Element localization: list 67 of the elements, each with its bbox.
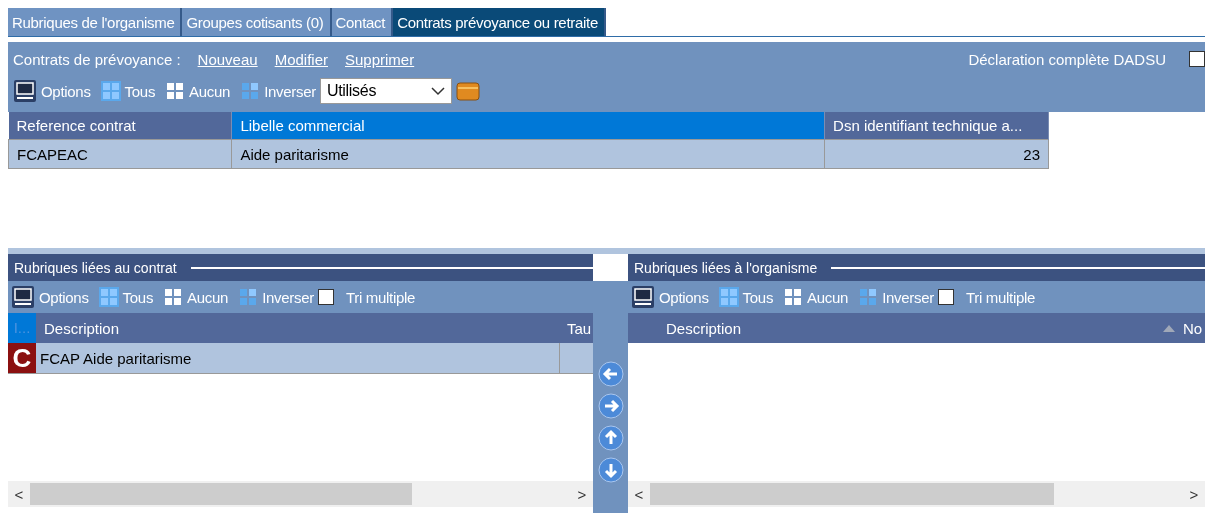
scroll-right-arrow[interactable]: > bbox=[1183, 485, 1205, 503]
filter-dropdown[interactable]: Utilisés bbox=[319, 78, 452, 104]
column-header[interactable]: Description bbox=[36, 319, 563, 337]
column-header[interactable]: Tau bbox=[563, 319, 593, 337]
table-cell: Aide paritarisme bbox=[231, 139, 825, 169]
scroll-right-arrow[interactable]: > bbox=[571, 485, 593, 503]
horizontal-scrollbar[interactable]: < > bbox=[628, 481, 1205, 507]
sort-ascending-icon bbox=[1163, 324, 1175, 332]
invert-label[interactable]: Inverser bbox=[262, 288, 314, 306]
invert-selection-icon bbox=[238, 287, 259, 307]
column-header[interactable]: No bbox=[1175, 319, 1205, 337]
select-none-label[interactable]: Aucun bbox=[187, 288, 229, 306]
options-label[interactable]: Options bbox=[41, 82, 91, 100]
multi-sort-checkbox[interactable] bbox=[317, 289, 334, 305]
category-badge: C bbox=[8, 343, 36, 373]
column-header[interactable]: Dsn identifiant technique a... bbox=[824, 112, 1049, 140]
table-cell: FCAPEAC bbox=[8, 139, 232, 169]
select-all-label[interactable]: Tous bbox=[742, 288, 774, 306]
dadsu-checkbox[interactable] bbox=[1189, 51, 1205, 67]
table-cell: 23 bbox=[824, 139, 1049, 169]
tab[interactable]: Rubriques de l'organisme bbox=[8, 8, 183, 36]
select-none-icon bbox=[163, 287, 184, 307]
chevron-down-icon bbox=[430, 86, 445, 96]
monitor-icon[interactable] bbox=[13, 79, 37, 103]
select-all-label[interactable]: Tous bbox=[122, 288, 154, 306]
invert-selection-icon bbox=[858, 287, 879, 307]
tab[interactable]: Groupes cotisants (0) bbox=[182, 8, 332, 36]
folder-icon[interactable] bbox=[455, 81, 480, 101]
arrow-button-icon[interactable] bbox=[597, 361, 624, 387]
horizontal-scrollbar[interactable]: < > bbox=[8, 481, 593, 507]
select-none-icon bbox=[165, 81, 186, 101]
monitor-icon[interactable] bbox=[11, 285, 35, 309]
action-link[interactable]: Supprimer bbox=[345, 50, 415, 68]
scroll-left-arrow[interactable]: < bbox=[628, 485, 650, 503]
select-none-label[interactable]: Aucun bbox=[189, 82, 231, 100]
action-link[interactable]: Nouveau bbox=[197, 50, 258, 68]
select-none-icon bbox=[783, 287, 804, 307]
dadsu-label: Déclaration complète DADSU bbox=[968, 50, 1166, 68]
section-title: Rubriques liées à l'organisme bbox=[634, 259, 818, 276]
multi-sort-label: Tri multiple bbox=[965, 288, 1036, 306]
monitor-icon[interactable] bbox=[631, 285, 655, 309]
section-label: Contrats de prévoyance : bbox=[13, 50, 181, 68]
section-title: Rubriques liées au contrat bbox=[14, 259, 177, 276]
invert-label[interactable]: Inverser bbox=[882, 288, 934, 306]
multi-sort-label: Tri multiple bbox=[345, 288, 416, 306]
select-all-icon bbox=[100, 81, 121, 101]
select-all-icon bbox=[718, 287, 739, 307]
tab[interactable]: Contrats prévoyance ou retraite bbox=[393, 8, 606, 36]
column-header[interactable]: Description bbox=[628, 319, 1163, 337]
arrow-button-icon[interactable] bbox=[597, 393, 624, 419]
multi-sort-checkbox[interactable] bbox=[937, 289, 954, 305]
table-cell-text: FCAP Aide paritarisme bbox=[39, 349, 193, 367]
column-header[interactable]: Libelle commercial bbox=[231, 112, 825, 140]
select-all-icon bbox=[98, 287, 119, 307]
action-link[interactable]: Modifier bbox=[274, 50, 328, 68]
tab[interactable]: Contact bbox=[331, 8, 394, 36]
scroll-left-arrow[interactable]: < bbox=[8, 485, 30, 503]
invert-label[interactable]: Inverser bbox=[264, 82, 316, 100]
invert-selection-icon bbox=[240, 81, 261, 101]
column-header[interactable]: Reference contrat bbox=[8, 112, 232, 140]
arrow-button-icon[interactable] bbox=[597, 457, 624, 483]
table-row[interactable]: C FCAP Aide paritarisme bbox=[8, 343, 593, 374]
select-all-label[interactable]: Tous bbox=[124, 82, 156, 100]
select-none-label[interactable]: Aucun bbox=[807, 288, 849, 306]
arrow-button-icon[interactable] bbox=[597, 425, 624, 451]
options-label[interactable]: Options bbox=[39, 288, 89, 306]
options-label[interactable]: Options bbox=[659, 288, 709, 306]
